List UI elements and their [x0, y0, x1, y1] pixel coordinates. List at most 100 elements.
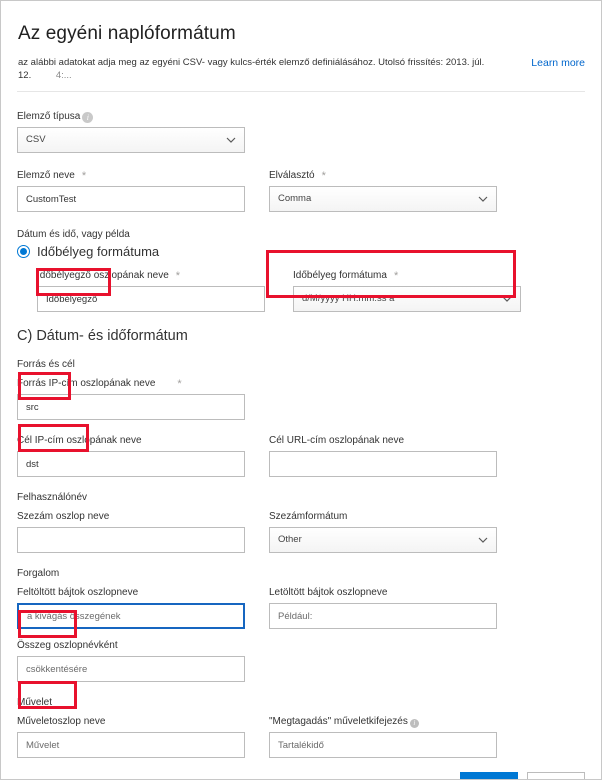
timestamp-format-radio-label: Időbélyeg formátuma — [37, 244, 160, 259]
radio-dot-icon — [20, 248, 27, 255]
amount-row: Összeg oszlopnévként — [17, 639, 585, 682]
cancel-button[interactable]: Cancel — [527, 772, 585, 779]
radio-icon — [17, 245, 30, 258]
parser-name-label: Elemző neve * — [17, 169, 245, 182]
section-c-title: C) Dátum- és időformátum — [17, 328, 188, 344]
action-section: Művelet Műveletoszlop neve "Megtagadás" … — [17, 696, 585, 758]
bytes-row: Feltöltött bájtok oszlopneve Letöltött b… — [17, 586, 585, 629]
page-subtitle: az alábbi adatokat adja meg az egyéni CS… — [18, 56, 498, 82]
amount-as-column-label: Összeg oszlopnévként — [17, 640, 118, 651]
timestamp-row: Időbélyegző oszlopának neve * Időbélyeg f… — [37, 269, 585, 312]
timestamp-format-label: Időbélyeg formátuma * — [293, 269, 521, 282]
source-ip-input[interactable] — [17, 394, 245, 420]
timestamp-format-label-text: Időbélyeg formátuma — [293, 270, 387, 281]
sesame-column-label: Szezám oszlop neve — [17, 511, 110, 522]
timestamp-column-input[interactable] — [37, 286, 265, 312]
timestamp-column-field: Időbélyegző oszlopának neve * — [37, 269, 265, 312]
chevron-down-icon — [478, 187, 488, 211]
page-subtitle-text: az alábbi adatokat adja meg az egyéni CS… — [18, 57, 485, 81]
timestamp-format-select[interactable]: d/M/yyyy HH:mm:ss a — [293, 286, 521, 312]
parser-type-label: Elemző típusa i — [17, 110, 245, 123]
action-column-label: Műveletoszlop neve — [17, 716, 106, 727]
required-marker: * — [321, 170, 326, 182]
deny-expression-field: "Megtagadás" műveletkifejezés i — [269, 715, 497, 758]
footer-buttons: Save Cancel — [460, 772, 585, 779]
delimiter-value: Comma — [278, 193, 312, 204]
learn-more-link[interactable]: Learn more — [531, 57, 585, 69]
parser-type-field: Elemző típusa i CSV — [17, 110, 245, 153]
delimiter-select[interactable]: Comma — [269, 186, 497, 212]
action-column-input[interactable] — [17, 732, 245, 758]
required-marker: * — [177, 378, 182, 390]
chevron-down-icon — [502, 287, 512, 311]
chevron-down-icon — [478, 528, 488, 552]
downloaded-bytes-input[interactable] — [269, 603, 497, 629]
source-ip-field: Forrás IP-cím oszlopának neve * — [17, 377, 245, 420]
timestamp-format-value: d/M/yyyy HH:mm:ss a — [302, 293, 395, 304]
source-ip-row: Forrás IP-cím oszlopának neve * — [17, 377, 585, 420]
page-title: Az egyéni naplóformátum — [18, 23, 236, 44]
action-column-field: Műveletoszlop neve — [17, 715, 245, 758]
amount-as-column-field: Összeg oszlopnévként — [17, 639, 245, 682]
parser-type-row: Elemző típusa i CSV — [17, 110, 585, 153]
subtitle-row: az alábbi adatokat adja meg az egyéni CS… — [17, 56, 585, 92]
delimiter-field: Elválasztó * Comma — [269, 169, 497, 212]
custom-log-format-dialog: Az egyéni naplóformátum az alábbi adatok… — [0, 0, 602, 780]
traffic-section: Forgalom Feltöltött bájtok oszlopneve Le… — [17, 567, 585, 682]
parser-type-label-text: Elemző típusa — [17, 111, 81, 122]
amount-as-column-input[interactable] — [17, 656, 245, 682]
sesame-format-label: Szezámformátum — [269, 511, 348, 522]
sesame-row: Szezám oszlop neve Szezámformátum Other — [17, 510, 585, 553]
dest-url-field: Cél URL-cím oszlopának neve — [269, 434, 497, 477]
uploaded-bytes-field: Feltöltött bájtok oszlopneve — [17, 586, 245, 629]
info-icon[interactable]: i — [409, 719, 419, 728]
uploaded-bytes-input[interactable] — [17, 603, 245, 629]
delimiter-label-text: Elválasztó — [269, 170, 315, 181]
datetime-section-label: Dátum és idő, vagy példa — [17, 229, 130, 240]
dest-ip-input[interactable] — [17, 451, 245, 477]
username-section: Felhasználónév Szezám oszlop neve Szezám… — [17, 491, 585, 553]
timestamp-column-label-text: Időbélyegző oszlopának neve — [37, 270, 169, 281]
timestamp-format-radio[interactable]: Időbélyeg formátuma — [17, 244, 585, 259]
sesame-format-value: Other — [278, 534, 302, 545]
parser-type-value: CSV — [26, 134, 46, 145]
required-marker: * — [175, 270, 181, 282]
sesame-column-input[interactable] — [17, 527, 245, 553]
parser-name-field: Elemző neve * — [17, 169, 245, 212]
timestamp-column-label: Időbélyegző oszlopának neve * — [37, 269, 265, 282]
deny-expression-input[interactable] — [269, 732, 497, 758]
parser-name-input[interactable] — [17, 186, 245, 212]
deny-expression-label-text: "Megtagadás" műveletkifejezés — [269, 716, 408, 727]
sesame-format-field: Szezámformátum Other — [269, 510, 497, 553]
dialog-footer: Az összes törlése Save Cancel — [17, 772, 585, 779]
parser-type-select[interactable]: CSV — [17, 127, 245, 153]
delimiter-label: Elválasztó * — [269, 169, 497, 182]
page-subtitle-timestamp: 4:... — [55, 70, 72, 81]
deny-expression-label: "Megtagadás" műveletkifejezés i — [269, 715, 497, 728]
source-target-section: Forrás és cél Forrás IP-cím oszlopának n… — [17, 358, 585, 477]
dest-url-input[interactable] — [269, 451, 497, 477]
downloaded-bytes-field: Letöltött bájtok oszlopneve — [269, 586, 497, 629]
sesame-column-field: Szezám oszlop neve — [17, 510, 245, 553]
sesame-format-select[interactable]: Other — [269, 527, 497, 553]
uploaded-bytes-label: Feltöltött bájtok oszlopneve — [17, 587, 139, 598]
dest-ip-field: Cél IP-cím oszlopának neve — [17, 434, 245, 477]
traffic-section-label: Forgalom — [17, 568, 60, 579]
parser-name-row: Elemző neve * Elválasztó * Comma — [17, 169, 585, 212]
required-marker: * — [393, 270, 399, 282]
timestamp-format-field: Időbélyeg formátuma * d/M/yyyy HH:mm:ss a — [293, 269, 521, 312]
required-marker: * — [81, 170, 87, 182]
parser-name-label-text: Elemző neve — [17, 170, 75, 181]
action-row: Műveletoszlop neve "Megtagadás" műveletk… — [17, 715, 585, 758]
source-ip-label-text: Forrás IP-cím oszlopának neve — [17, 378, 156, 389]
datetime-section: Dátum és idő, vagy példa Időbélyeg formá… — [17, 228, 585, 312]
save-button[interactable]: Save — [460, 772, 518, 779]
username-section-label: Felhasználónév — [17, 492, 88, 503]
info-icon[interactable]: i — [82, 112, 94, 123]
source-target-label: Forrás és cél — [17, 359, 75, 370]
dest-ip-label: Cél IP-cím oszlopának neve — [17, 435, 142, 446]
dest-row: Cél IP-cím oszlopának neve Cél URL-cím o… — [17, 434, 585, 477]
action-section-label: Művelet — [17, 697, 53, 708]
dest-url-label: Cél URL-cím oszlopának neve — [269, 435, 405, 446]
downloaded-bytes-label: Letöltött bájtok oszlopneve — [269, 587, 388, 598]
